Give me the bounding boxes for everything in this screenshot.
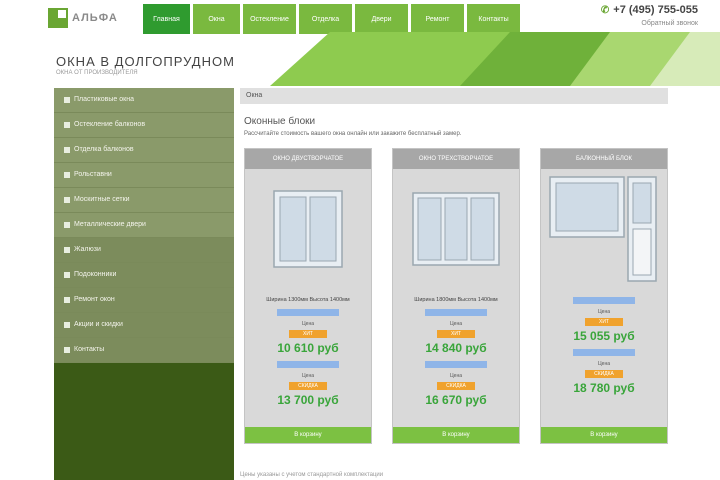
bullet-icon (64, 346, 70, 353)
option-chip[interactable] (425, 309, 487, 316)
option-chip[interactable] (573, 297, 635, 304)
bullet-icon (64, 121, 70, 128)
nav-item-glazing[interactable]: Остекление (243, 4, 296, 34)
two-pane-window-icon (245, 169, 371, 289)
price-label: Цена (301, 373, 315, 379)
top-nav: Главная Окна Остекление Отделка Двери Ре… (143, 4, 523, 34)
hit-badge: ХИТ (437, 330, 475, 338)
bullet-icon (64, 271, 70, 278)
sidebar: Пластиковые окна Остекление балконов Отд… (54, 88, 234, 480)
header-banner-graphic (270, 32, 720, 86)
price-label: Цена (597, 309, 611, 315)
price-value: 10 610 руб (277, 341, 339, 355)
logo-text: АЛЬФА (72, 12, 118, 24)
sidebar-item-label: Отделка балконов (74, 146, 134, 154)
sidebar-item-label: Пластиковые окна (74, 96, 134, 104)
sidebar-item-shutters[interactable]: Рольставни (54, 163, 234, 188)
site-subtitle: ОКНА ОТ ПРОИЗВОДИТЕЛЯ (56, 70, 138, 76)
main-content: Окна Оконные блоки Рассчитайте стоимость… (240, 88, 668, 480)
sidebar-item-label: Металлические двери (74, 221, 146, 229)
bullet-icon (64, 196, 70, 203)
contact-block: ✆ +7 (495) 755-055 Обратный звонок (601, 4, 698, 27)
sidebar-item-promotions[interactable]: Акции и скидки (54, 313, 234, 338)
option-chip[interactable] (277, 309, 339, 316)
nav-item-doors[interactable]: Двери (355, 4, 408, 34)
sidebar-item-mosquito-nets[interactable]: Москитные сетки (54, 188, 234, 213)
option-chip[interactable] (277, 361, 339, 368)
option-chip[interactable] (425, 361, 487, 368)
price-value-alt: 18 780 руб (573, 381, 635, 395)
price-value: 15 055 руб (573, 329, 635, 343)
price-label: Цена (449, 321, 463, 327)
page-title: Оконные блоки (244, 116, 316, 127)
price-value: 14 840 руб (425, 341, 487, 355)
sidebar-item-window-repair[interactable]: Ремонт окон (54, 288, 234, 313)
hit-badge: ХИТ (585, 318, 623, 326)
nav-item-home[interactable]: Главная (143, 4, 190, 34)
sidebar-item-label: Контакты (74, 346, 105, 354)
sidebar-item-label: Москитные сетки (74, 196, 130, 204)
card-size: Ширина 1300мм Высота 1400мм (266, 297, 350, 303)
sidebar-item-balcony-glazing[interactable]: Остекление балконов (54, 113, 234, 138)
price-label: Цена (597, 361, 611, 367)
sidebar-item-blinds[interactable]: Жалюзи (54, 238, 234, 263)
header: АЛЬФА Главная Окна Остекление Отделка Дв… (0, 0, 720, 90)
nav-item-repair[interactable]: Ремонт (411, 4, 464, 34)
breadcrumb[interactable]: Окна (240, 88, 668, 104)
option-chip[interactable] (573, 349, 635, 356)
nav-item-windows[interactable]: Окна (193, 4, 240, 34)
card-title: БАЛКОННЫЙ БЛОК (541, 149, 667, 169)
page: АЛЬФА Главная Окна Остекление Отделка Дв… (0, 0, 720, 480)
sidebar-item-label: Остекление балконов (74, 121, 146, 129)
balcony-door-icon (541, 169, 667, 289)
sidebar-item-label: Подоконники (74, 271, 117, 279)
sidebar-item-metal-doors[interactable]: Металлические двери (54, 213, 234, 238)
product-card: ОКНО ТРЕХСТВОРЧАТОЕ Ширина 1800мм Высота… (392, 148, 520, 444)
callback-link[interactable]: Обратный звонок (601, 20, 698, 27)
bullet-icon (64, 171, 70, 178)
discount-badge: СКИДКА (437, 382, 475, 390)
footer-note: Цены указаны с учетом стандартной компле… (240, 472, 384, 478)
phone-icon: ✆ (600, 4, 610, 16)
add-to-cart-button[interactable]: В корзину (393, 427, 519, 443)
sidebar-item-balcony-finishing[interactable]: Отделка балконов (54, 138, 234, 163)
price-label: Цена (301, 321, 315, 327)
logo[interactable]: АЛЬФА (48, 6, 140, 30)
price-value-alt: 16 670 руб (425, 393, 487, 407)
phone-line[interactable]: ✆ +7 (495) 755-055 (601, 4, 698, 16)
card-title: ОКНО ТРЕХСТВОРЧАТОЕ (393, 149, 519, 169)
discount-badge: СКИДКА (289, 382, 327, 390)
price-label: Цена (449, 373, 463, 379)
hit-badge: ХИТ (289, 330, 327, 338)
sidebar-item-plastic-windows[interactable]: Пластиковые окна (54, 88, 234, 113)
logo-mark-icon (48, 8, 68, 28)
site-title: ОКНА В ДОЛГОПРУДНОМ (56, 54, 235, 69)
product-cards: ОКНО ДВУСТВОРЧАТОЕ Ширина 1300мм Высота … (244, 148, 668, 444)
price-value-alt: 13 700 руб (277, 393, 339, 407)
nav-item-contacts[interactable]: Контакты (467, 4, 520, 34)
card-size: Ширина 1800мм Высота 1400мм (414, 297, 498, 303)
bullet-icon (64, 146, 70, 153)
sidebar-item-sills[interactable]: Подоконники (54, 263, 234, 288)
add-to-cart-button[interactable]: В корзину (541, 427, 667, 443)
phone-number: +7 (495) 755-055 (613, 4, 698, 16)
three-pane-window-icon (393, 169, 519, 289)
bullet-icon (64, 96, 70, 103)
add-to-cart-button[interactable]: В корзину (245, 427, 371, 443)
discount-badge: СКИДКА (585, 370, 623, 378)
product-card: ОКНО ДВУСТВОРЧАТОЕ Ширина 1300мм Высота … (244, 148, 372, 444)
sidebar-item-contacts[interactable]: Контакты (54, 338, 234, 363)
bullet-icon (64, 296, 70, 303)
sidebar-item-label: Рольставни (74, 171, 112, 179)
sidebar-item-label: Жалюзи (74, 246, 101, 254)
sidebar-item-label: Акции и скидки (74, 321, 123, 329)
bullet-icon (64, 321, 70, 328)
card-title: ОКНО ДВУСТВОРЧАТОЕ (245, 149, 371, 169)
page-description: Рассчитайте стоимость вашего окна онлайн… (244, 131, 462, 137)
product-card: БАЛКОННЫЙ БЛОК Цена ХИТ 15 055 руб Цена … (540, 148, 668, 444)
bullet-icon (64, 246, 70, 253)
bullet-icon (64, 221, 70, 228)
sidebar-item-label: Ремонт окон (74, 296, 115, 304)
nav-item-finishing[interactable]: Отделка (299, 4, 352, 34)
